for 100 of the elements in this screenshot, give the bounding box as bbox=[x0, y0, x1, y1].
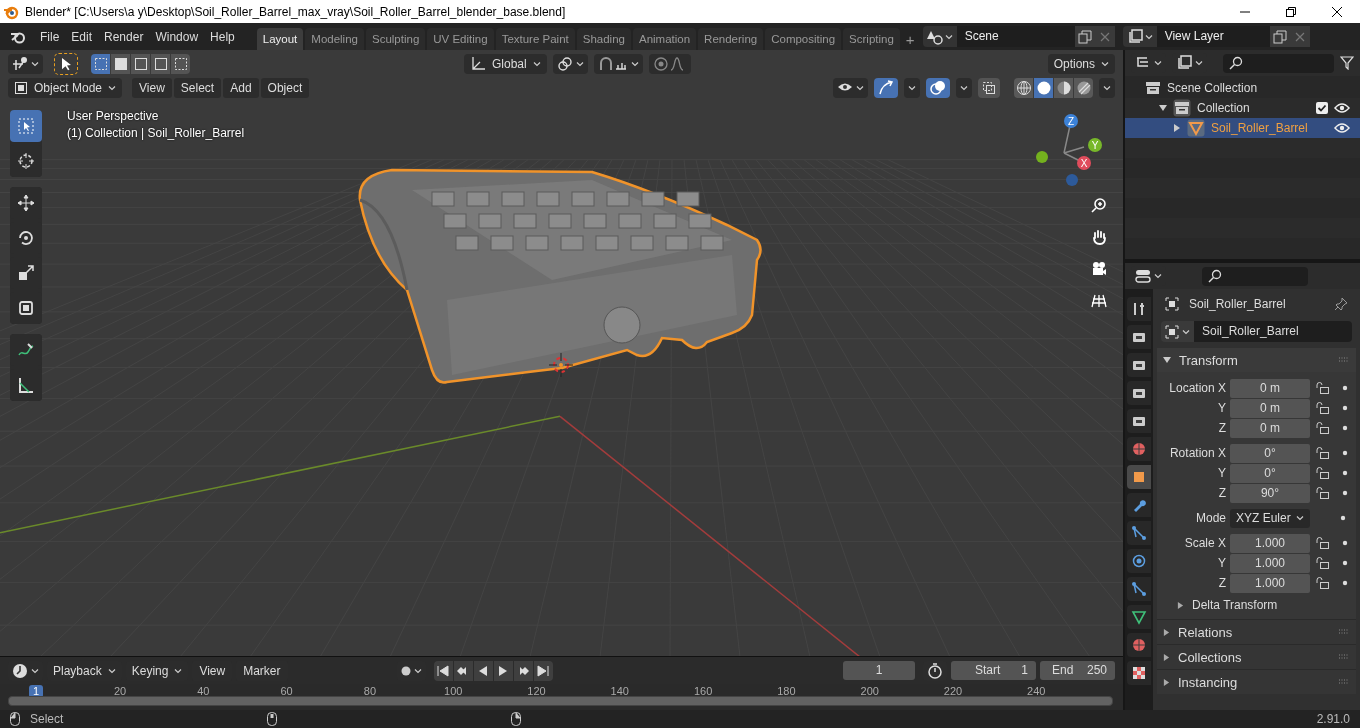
keyframe-dot-icon[interactable] bbox=[1342, 405, 1348, 411]
orientation-dropdown[interactable]: Global bbox=[464, 54, 547, 74]
select-mode-button[interactable] bbox=[171, 54, 190, 74]
viewport-menu-item[interactable]: Object bbox=[260, 78, 310, 98]
options-dropdown[interactable]: Options bbox=[1047, 54, 1115, 74]
drag-handle-icon[interactable] bbox=[1338, 654, 1350, 660]
add-workspace-button[interactable]: + bbox=[901, 28, 919, 50]
workspace-tab[interactable]: Animation bbox=[632, 28, 697, 50]
scrollbar[interactable] bbox=[8, 696, 1113, 706]
keyframe-dot-icon[interactable] bbox=[1342, 425, 1348, 431]
workspace-tab[interactable]: UV Editing bbox=[427, 28, 494, 50]
outliner-row[interactable]: Scene Collection bbox=[1125, 78, 1360, 98]
properties-tab[interactable] bbox=[1127, 605, 1151, 629]
menu-item[interactable]: Window bbox=[149, 25, 205, 48]
overlay-options-button[interactable] bbox=[956, 78, 972, 98]
number-field[interactable]: 0 m bbox=[1230, 418, 1310, 438]
menu-item[interactable]: Edit bbox=[65, 25, 99, 48]
workspace-tab[interactable]: Layout bbox=[256, 28, 304, 50]
menu-item[interactable]: File bbox=[34, 25, 66, 48]
properties-tab[interactable] bbox=[1127, 521, 1151, 545]
select-mode-button[interactable] bbox=[91, 54, 110, 74]
number-field[interactable]: 1.000 bbox=[1230, 533, 1310, 553]
workspace-tab[interactable]: Compositing bbox=[765, 28, 842, 50]
proportional-editing-button[interactable] bbox=[648, 54, 691, 74]
select-mode-button[interactable] bbox=[131, 54, 150, 74]
properties-tab[interactable] bbox=[1127, 577, 1151, 601]
panel-header[interactable]: Collections bbox=[1157, 644, 1356, 669]
scene-selector-button[interactable] bbox=[922, 26, 957, 47]
properties-tab[interactable] bbox=[1127, 493, 1151, 517]
copy-button[interactable] bbox=[1269, 26, 1290, 47]
viewport-menu-item[interactable]: Add bbox=[223, 78, 259, 98]
select-mode-button[interactable] bbox=[111, 54, 130, 74]
properties-tab[interactable] bbox=[1127, 661, 1151, 685]
drag-handle-icon[interactable] bbox=[1338, 357, 1350, 363]
panel-header[interactable]: Instancing bbox=[1157, 669, 1356, 694]
mode-dropdown[interactable]: Object Mode bbox=[8, 78, 123, 98]
current-frame-field[interactable]: 1 bbox=[843, 661, 915, 680]
viewport-menu-item[interactable]: View bbox=[132, 78, 172, 98]
copy-button[interactable] bbox=[1074, 26, 1095, 47]
drag-handle-icon[interactable] bbox=[1338, 679, 1350, 685]
workspace-tab[interactable]: Scripting bbox=[843, 28, 900, 50]
object-type-button[interactable] bbox=[1161, 321, 1194, 342]
shading-mode-button[interactable] bbox=[1054, 78, 1073, 98]
pivot-point-button[interactable] bbox=[552, 54, 588, 74]
number-field[interactable]: 90° bbox=[1230, 483, 1310, 503]
checkbox[interactable] bbox=[1316, 102, 1328, 114]
number-field[interactable]: 0° bbox=[1230, 443, 1310, 463]
number-field[interactable]: 1.000 bbox=[1230, 553, 1310, 573]
keyframe-dot-icon[interactable] bbox=[1342, 490, 1348, 496]
search-field[interactable] bbox=[1202, 266, 1308, 286]
playback-button[interactable] bbox=[533, 660, 553, 681]
select-mode-button[interactable] bbox=[151, 54, 170, 74]
properties-tab[interactable] bbox=[1127, 353, 1151, 377]
playback-button[interactable] bbox=[433, 660, 453, 681]
expanded-arrow-icon[interactable] bbox=[1159, 104, 1167, 112]
playback-button[interactable] bbox=[453, 660, 473, 681]
keyframe-dot-icon[interactable] bbox=[1340, 515, 1346, 521]
visibility-button[interactable] bbox=[833, 78, 868, 98]
workspace-tab[interactable]: Texture Paint bbox=[495, 28, 575, 50]
properties-tab[interactable] bbox=[1127, 549, 1151, 573]
workspace-tab[interactable]: Modeling bbox=[305, 28, 364, 50]
keyframe-dot-icon[interactable] bbox=[1342, 560, 1348, 566]
panel-header[interactable]: Relations bbox=[1157, 619, 1356, 644]
playback-button[interactable] bbox=[513, 660, 533, 681]
eye-icon[interactable] bbox=[1334, 122, 1350, 134]
search-field[interactable] bbox=[1223, 53, 1334, 73]
snap-button[interactable] bbox=[593, 54, 643, 74]
view-layer-selector-button[interactable] bbox=[1122, 26, 1157, 47]
start-frame-field[interactable]: Start 1 bbox=[951, 661, 1036, 680]
viewport-menu-item[interactable]: Select bbox=[173, 78, 222, 98]
menu-item[interactable]: Render bbox=[98, 25, 150, 48]
drag-handle-icon[interactable] bbox=[1338, 629, 1350, 635]
number-field[interactable]: 0° bbox=[1230, 463, 1310, 483]
properties-tab[interactable] bbox=[1127, 297, 1151, 321]
playback-button[interactable] bbox=[493, 660, 513, 681]
shading-mode-button[interactable] bbox=[1074, 78, 1093, 98]
number-field[interactable]: 0 m bbox=[1230, 378, 1310, 398]
properties-tab[interactable] bbox=[1127, 381, 1151, 405]
rotation-mode-dropdown[interactable]: XYZ Euler bbox=[1230, 508, 1310, 528]
view-layer-field[interactable]: View Layer bbox=[1156, 26, 1270, 47]
gizmo-toggle-button[interactable] bbox=[874, 78, 898, 98]
workspace-tab[interactable]: Rendering bbox=[698, 28, 764, 50]
workspace-tab[interactable]: Shading bbox=[576, 28, 631, 50]
playback-button[interactable] bbox=[473, 660, 493, 681]
keyframe-dot-icon[interactable] bbox=[1342, 470, 1348, 476]
filter-icon[interactable] bbox=[1340, 56, 1354, 70]
properties-tab[interactable] bbox=[1127, 409, 1151, 433]
pin-icon[interactable] bbox=[1334, 297, 1348, 311]
delta-transform-subpanel[interactable]: Delta Transform bbox=[1157, 593, 1356, 617]
properties-tab[interactable] bbox=[1127, 325, 1151, 349]
shading-mode-button[interactable] bbox=[1014, 78, 1033, 98]
gizmo-options-button[interactable] bbox=[904, 78, 920, 98]
keyframe-dot-icon[interactable] bbox=[1342, 540, 1348, 546]
navigation-gizmo[interactable]: X Y Z bbox=[1024, 113, 1104, 193]
select-tool-button[interactable] bbox=[55, 54, 77, 74]
object-name-field[interactable]: Soil_Roller_Barrel bbox=[1194, 321, 1352, 342]
end-frame-field[interactable]: End 250 bbox=[1040, 661, 1115, 680]
shading-options-button[interactable] bbox=[1099, 78, 1115, 98]
3d-viewport[interactable]: Global Options Object Mode View Select Add Object User Perspective (1) Collection | Soil_Roller_Barrel X Y Z bbox=[0, 50, 1123, 656]
outliner-row[interactable]: Soil_Roller_Barrel bbox=[1125, 118, 1360, 138]
